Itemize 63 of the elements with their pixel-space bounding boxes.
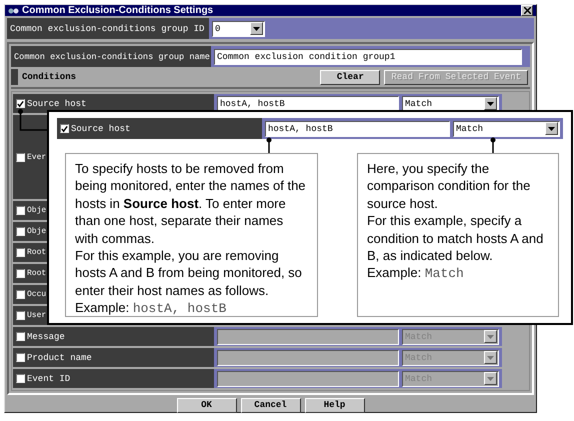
- checkbox[interactable]: [16, 290, 25, 299]
- example-value: Match: [424, 266, 464, 282]
- match-dropdown[interactable]: Match: [453, 120, 560, 136]
- dropdown-button[interactable]: [250, 22, 263, 35]
- caret-icon: [253, 26, 260, 30]
- condition-label: Message: [27, 332, 65, 342]
- condition-label: Source host: [27, 98, 86, 108]
- checkbox[interactable]: [16, 152, 25, 162]
- input-field[interactable]: hostA, hostB: [265, 120, 450, 136]
- dropdown-button[interactable]: [484, 97, 497, 110]
- dropdown-button[interactable]: [484, 372, 497, 385]
- dropdown-button[interactable]: [484, 330, 497, 343]
- checkbox[interactable]: [16, 269, 25, 278]
- note-paragraph: To specify hosts to be removed from being monitored, enter the names of the hosts in Source host. To enter more than one host, separate their names with commas.: [75, 160, 307, 248]
- leader-line: [265, 136, 273, 154]
- dialog-button[interactable]: Cancel: [240, 398, 300, 412]
- condition-label: Obje: [27, 206, 46, 215]
- clear-button[interactable]: Clear: [320, 70, 380, 84]
- condition-label: Source host: [71, 124, 130, 134]
- example-label: Example:: [367, 265, 422, 280]
- group-name-label: Common exclusion-conditions group name: [11, 46, 211, 67]
- window-title: Common Exclusion-Conditions Settings: [22, 5, 214, 16]
- condition-label: Root: [27, 248, 46, 257]
- condition-label: Root: [27, 269, 46, 278]
- note-paragraph: Here, you specify the comparison condition for the source host.: [367, 160, 532, 212]
- dropdown-value: Match: [405, 98, 432, 108]
- dropdown-button[interactable]: [545, 122, 558, 135]
- group-name-field[interactable]: Common exclusion condition group1: [214, 48, 522, 64]
- caret-icon: [548, 126, 555, 130]
- group-id-label: Common exclusion-conditions group ID: [7, 18, 209, 39]
- caret-icon: [487, 376, 494, 380]
- leader-line: [489, 136, 497, 154]
- caret-icon: [487, 334, 494, 338]
- checkbox[interactable]: [16, 311, 25, 320]
- section-marker: [11, 69, 18, 85]
- checkbox[interactable]: [16, 206, 25, 215]
- caret-icon: [487, 356, 494, 360]
- close-button[interactable]: [521, 5, 533, 16]
- app-icon: [8, 6, 19, 16]
- match-dropdown[interactable]: Match: [402, 96, 499, 112]
- checkbox[interactable]: [16, 99, 25, 108]
- note-paragraph: For this example, you are removing hosts A and B from being monitored, so enter their host names as follows.: [75, 247, 303, 300]
- example-label: Example:: [75, 300, 130, 316]
- dialog-button[interactable]: OK: [176, 398, 236, 412]
- example-value: hostA, hostB: [132, 301, 226, 316]
- dropdown-value: 0: [215, 24, 220, 34]
- dropdown-button[interactable]: [484, 351, 497, 364]
- condition-label: Product name: [27, 352, 92, 362]
- checkbox[interactable]: [16, 248, 25, 257]
- checkbox[interactable]: [16, 227, 25, 236]
- dropdown-value: Match: [456, 124, 484, 134]
- note-paragraph: For this example, specify a condition to match hosts A and B, as indicated below.: [367, 212, 544, 264]
- condition-label: Event ID: [27, 374, 70, 384]
- group-id-dropdown[interactable]: 0: [212, 20, 265, 36]
- caret-icon: [487, 102, 494, 106]
- checkbox[interactable]: [60, 124, 69, 133]
- condition-label: Occu: [27, 290, 46, 299]
- dialog-button[interactable]: Help: [304, 398, 364, 412]
- conditions-heading: Conditions: [22, 72, 78, 82]
- condition-label: Obje: [27, 227, 46, 236]
- condition-label: Ever: [27, 152, 46, 162]
- input-field[interactable]: hostA, hostB: [217, 96, 399, 112]
- condition-label: User: [27, 311, 46, 320]
